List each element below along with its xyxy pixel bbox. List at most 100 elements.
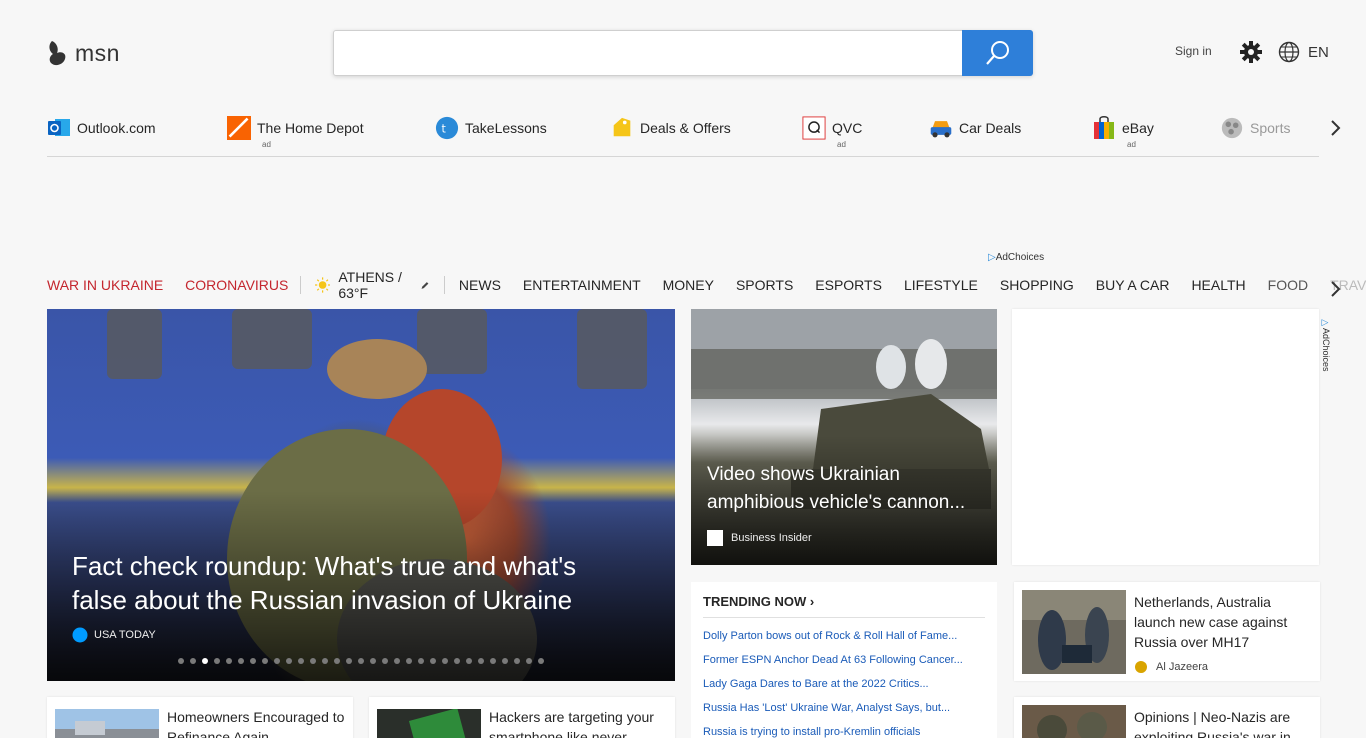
- quicklinks-next-chevron-icon[interactable]: [1330, 118, 1342, 143]
- quicklink-home-depot[interactable]: The Home Depot ad: [227, 116, 364, 149]
- quicklink-car-deals[interactable]: Car Deals: [929, 116, 1021, 140]
- weather-widget[interactable]: ATHENS / 63°F: [315, 269, 430, 301]
- carousel-dot[interactable]: [238, 658, 244, 664]
- carousel-dot[interactable]: [322, 658, 328, 664]
- news-card-opinions[interactable]: Opinions | Neo-Nazis are exploiting Russ…: [1014, 697, 1320, 738]
- nav-money[interactable]: MONEY: [663, 277, 714, 293]
- search-input[interactable]: [334, 31, 962, 75]
- hero-carousel[interactable]: Fact check roundup: What's true and what…: [47, 309, 675, 681]
- carousel-dot[interactable]: [286, 658, 292, 664]
- card-headline: Homeowners Encouraged to Refinance Again: [167, 709, 345, 738]
- carousel-dot[interactable]: [298, 658, 304, 664]
- nav-buy-a-car[interactable]: BUY A CAR: [1096, 277, 1170, 293]
- sun-icon: [315, 277, 331, 293]
- search-button[interactable]: [962, 30, 1033, 76]
- carousel-dot[interactable]: [346, 658, 352, 664]
- category-nav: WAR IN UKRAINE CORONAVIRUS ATHENS / 63°F…: [47, 269, 1366, 301]
- carousel-dot[interactable]: [478, 658, 484, 664]
- nav-news[interactable]: NEWS: [459, 277, 501, 293]
- nav-lifestyle[interactable]: LIFESTYLE: [904, 277, 978, 293]
- carousel-dot[interactable]: [178, 658, 184, 664]
- advertisement-slot[interactable]: [1012, 309, 1319, 565]
- hero-source: USA TODAY: [72, 627, 156, 643]
- globe-icon: [1278, 41, 1300, 63]
- card-headline: Opinions | Neo-Nazis are exploiting Russ…: [1134, 709, 1291, 738]
- carousel-dot[interactable]: [370, 658, 376, 664]
- news-card-ukrainian-vehicle[interactable]: Video shows Ukrainian amphibious vehicle…: [691, 309, 997, 565]
- card-source-label: Al Jazeera: [1156, 661, 1208, 673]
- carousel-dot[interactable]: [202, 658, 208, 664]
- quicklink-takelessons[interactable]: t TakeLessons: [435, 116, 547, 140]
- carousel-dot[interactable]: [274, 658, 280, 664]
- carousel-dot[interactable]: [442, 658, 448, 664]
- trending-now-panel: TRENDING NOW › Dolly Parton bows out of …: [691, 582, 997, 738]
- nav-esports[interactable]: ESPORTS: [815, 277, 882, 293]
- msn-logo[interactable]: msn: [47, 38, 120, 68]
- carousel-dot[interactable]: [490, 658, 496, 664]
- trending-link[interactable]: Former ESPN Anchor Dead At 63 Following …: [703, 654, 985, 666]
- card-thumbnail: [55, 709, 159, 738]
- language-selector[interactable]: EN: [1278, 41, 1329, 63]
- nav-coronavirus[interactable]: CORONAVIRUS: [185, 277, 288, 293]
- trending-link[interactable]: Russia is trying to install pro-Kremlin …: [703, 726, 985, 738]
- al-jazeera-logo-icon: [1135, 661, 1147, 673]
- news-card-hackers[interactable]: Hackers are targeting your smartphone li…: [369, 697, 675, 738]
- quicklink-qvc[interactable]: QVC ad: [802, 116, 862, 149]
- news-card-refinance[interactable]: Homeowners Encouraged to Refinance Again: [47, 697, 353, 738]
- nav-health[interactable]: HEALTH: [1191, 277, 1245, 293]
- quicklink-ebay[interactable]: eBay ad: [1092, 116, 1154, 149]
- card-headline[interactable]: Video shows Ukrainian amphibious vehicle…: [707, 461, 987, 517]
- quicklink-sports[interactable]: Sports: [1220, 116, 1290, 140]
- nav-shopping[interactable]: SHOPPING: [1000, 277, 1074, 293]
- trending-heading[interactable]: TRENDING NOW ›: [703, 594, 985, 618]
- card-source: Al Jazeera: [1134, 660, 1208, 674]
- usa-today-logo-icon: [72, 627, 88, 643]
- carousel-dot[interactable]: [358, 658, 364, 664]
- ad-label: ad: [837, 140, 846, 149]
- carousel-dot[interactable]: [502, 658, 508, 664]
- edit-pencil-icon: [421, 281, 429, 289]
- adchoices-side-link[interactable]: ▷AdChoices: [1321, 318, 1331, 372]
- nav-sports[interactable]: SPORTS: [736, 277, 793, 293]
- carousel-dot[interactable]: [310, 658, 316, 664]
- carousel-dot[interactable]: [466, 658, 472, 664]
- hero-headline[interactable]: Fact check roundup: What's true and what…: [72, 549, 632, 617]
- carousel-dot[interactable]: [190, 658, 196, 664]
- carousel-dot[interactable]: [382, 658, 388, 664]
- nav-war-in-ukraine[interactable]: WAR IN UKRAINE: [47, 277, 163, 293]
- carousel-dot[interactable]: [214, 658, 220, 664]
- settings-gear-icon[interactable]: [1240, 41, 1262, 63]
- adchoices-link[interactable]: ▷AdChoices: [988, 252, 1044, 263]
- adchoices-label: AdChoices: [1321, 328, 1331, 372]
- nav-next-chevron-icon[interactable]: [1330, 280, 1342, 303]
- carousel-dot[interactable]: [454, 658, 460, 664]
- trending-link[interactable]: Dolly Parton bows out of Rock & Roll Hal…: [703, 630, 985, 642]
- carousel-dot[interactable]: [262, 658, 268, 664]
- carousel-dot[interactable]: [538, 658, 544, 664]
- carousel-dot[interactable]: [226, 658, 232, 664]
- carousel-dot[interactable]: [250, 658, 256, 664]
- carousel-dot[interactable]: [394, 658, 400, 664]
- news-card-mh17[interactable]: Netherlands, Australia launch new case a…: [1014, 582, 1320, 681]
- adchoices-icon: ▷: [1321, 318, 1331, 328]
- carousel-dot[interactable]: [526, 658, 532, 664]
- nav-food[interactable]: FOOD: [1268, 277, 1308, 293]
- carousel-dot[interactable]: [406, 658, 412, 664]
- quicklink-outlook[interactable]: Outlook.com: [47, 116, 156, 140]
- quick-links-bar: Outlook.com The Home Depot ad t TakeLess…: [47, 112, 1319, 157]
- trending-link[interactable]: Russia Has 'Lost' Ukraine War, Analyst S…: [703, 702, 985, 714]
- nav-entertainment[interactable]: ENTERTAINMENT: [523, 277, 641, 293]
- carousel-dot[interactable]: [430, 658, 436, 664]
- adchoices-label: AdChoices: [995, 252, 1045, 263]
- carousel-dot[interactable]: [334, 658, 340, 664]
- trending-link[interactable]: Lady Gaga Dares to Bare at the 2022 Crit…: [703, 678, 985, 690]
- ebay-bag-icon: [1092, 116, 1116, 140]
- carousel-dot[interactable]: [514, 658, 520, 664]
- card-thumbnail: [377, 709, 481, 738]
- carousel-dot[interactable]: [418, 658, 424, 664]
- quicklink-label: Outlook.com: [77, 120, 156, 136]
- sign-in-link[interactable]: Sign in: [1175, 44, 1212, 58]
- quicklink-deals[interactable]: Deals & Offers: [610, 116, 731, 140]
- weather-label: ATHENS / 63°F: [338, 269, 402, 301]
- msn-butterfly-icon: [49, 41, 66, 66]
